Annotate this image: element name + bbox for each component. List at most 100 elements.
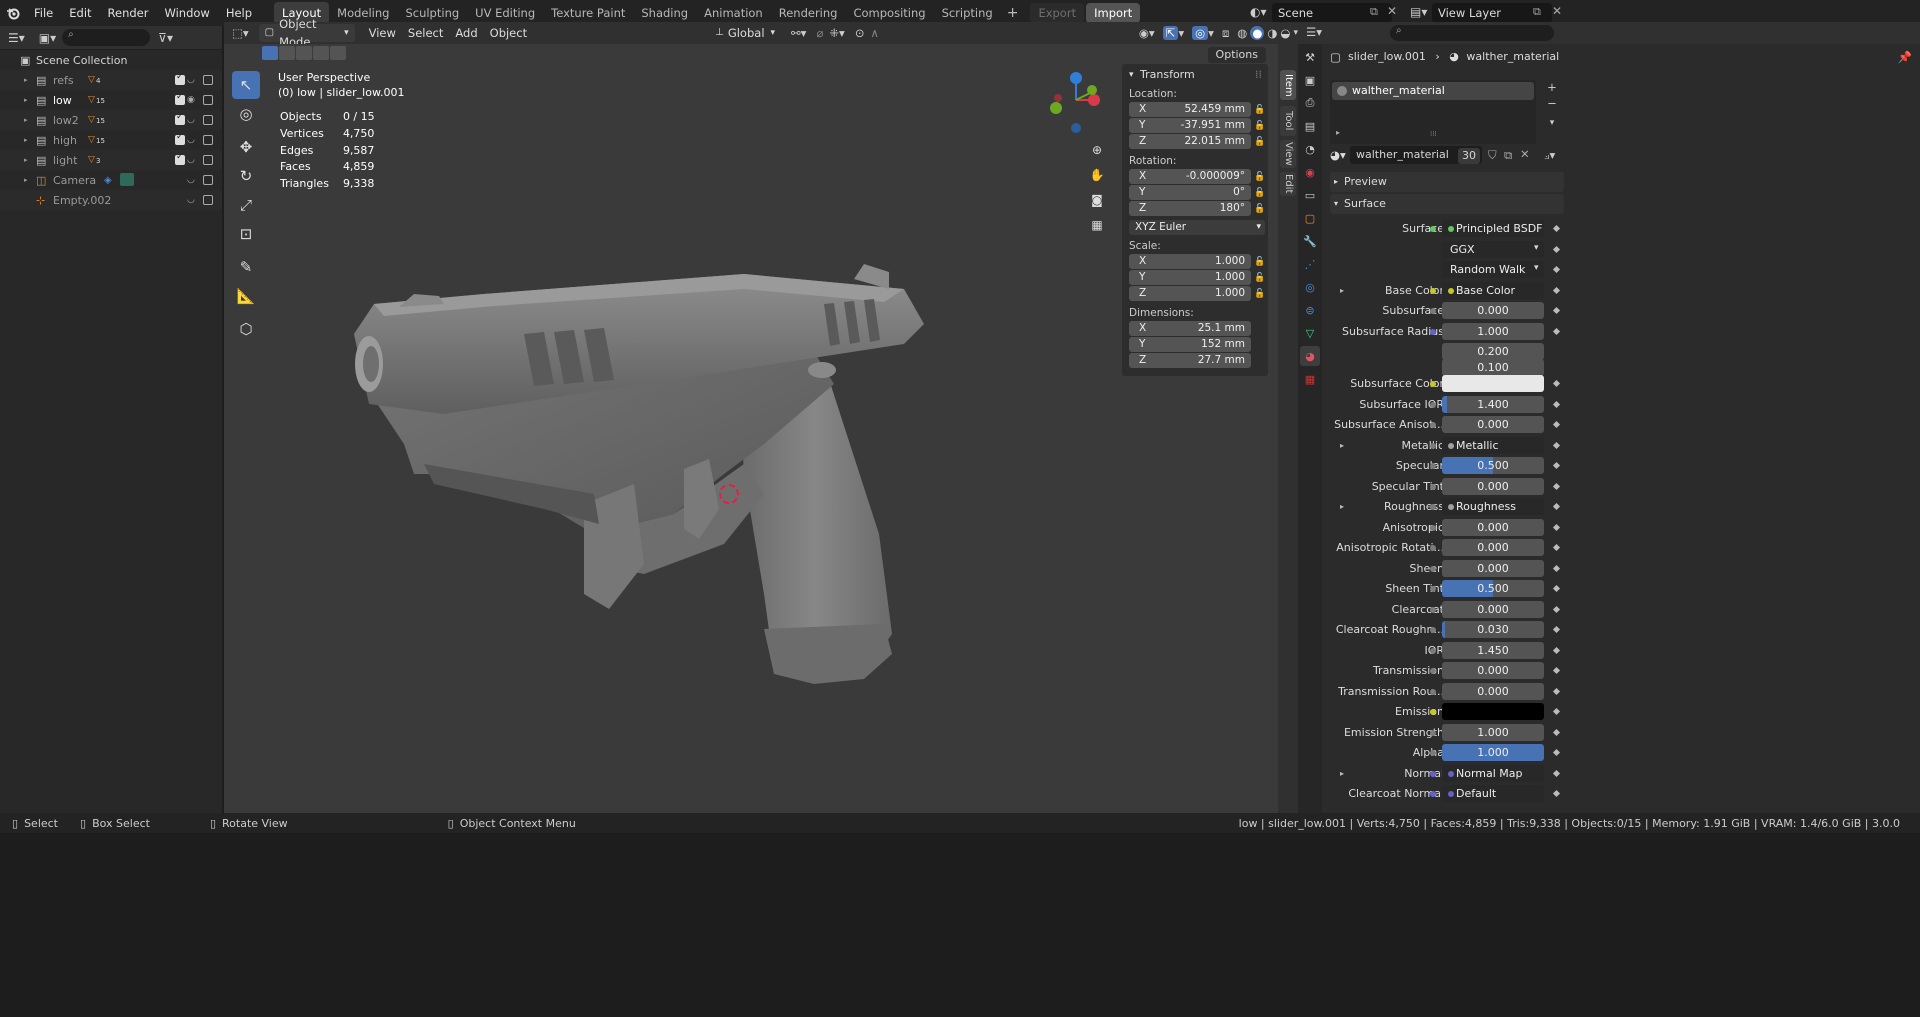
- exclude-checkbox[interactable]: [175, 152, 185, 165]
- shading-solid-icon[interactable]: ●: [1250, 26, 1265, 40]
- physics-tab-icon[interactable]: ◎: [1300, 277, 1320, 297]
- eye-icon[interactable]: ◉: [187, 95, 197, 105]
- snap-target-icon[interactable]: ⁜▾: [829, 26, 844, 40]
- socket-icon[interactable]: [1430, 770, 1436, 777]
- slot-specials-button[interactable]: ▾: [1544, 118, 1560, 132]
- world-tab-icon[interactable]: ◉: [1300, 162, 1320, 182]
- view-layer-icon[interactable]: ▤▾: [1410, 5, 1427, 19]
- socket-icon[interactable]: [1430, 328, 1436, 335]
- prop-value-field[interactable]: [1442, 703, 1544, 720]
- render-camera-icon[interactable]: [203, 115, 213, 125]
- keyframe-icon[interactable]: [1552, 482, 1561, 490]
- scale-x-field[interactable]: X 1.000 🔓: [1129, 254, 1265, 269]
- prop-value-field[interactable]: 1.000: [1442, 723, 1544, 741]
- lock-icon[interactable]: 🔓: [1254, 170, 1265, 182]
- camera-view-icon[interactable]: ◙: [1086, 189, 1108, 211]
- socket-icon[interactable]: [1430, 483, 1436, 490]
- hide-icon[interactable]: ◡: [187, 155, 197, 165]
- display-mode-icon[interactable]: ▣▾: [39, 31, 56, 45]
- rotation-x-field[interactable]: X -0.000009° 🔓: [1129, 169, 1265, 184]
- new-scene-icon[interactable]: ⧉: [1370, 5, 1378, 19]
- socket-icon[interactable]: [1430, 463, 1436, 469]
- expand-arrow-icon[interactable]: ▸: [24, 176, 28, 184]
- lock-icon[interactable]: 🔓: [1254, 287, 1265, 299]
- measure-tool-icon[interactable]: 📐: [232, 282, 260, 310]
- prop-value-field[interactable]: 0.500: [1442, 580, 1544, 597]
- exclude-checkbox[interactable]: [175, 92, 185, 105]
- keyframe-icon[interactable]: [1552, 789, 1561, 798]
- surface-section[interactable]: ▾ Surface: [1330, 194, 1564, 214]
- editor-type-icon[interactable]: ☰▾: [8, 31, 25, 45]
- material-tab-icon[interactable]: ◕: [1300, 346, 1320, 366]
- shading-wireframe-icon[interactable]: ◍: [1237, 26, 1247, 40]
- scene-collection-row[interactable]: ▣ Scene Collection: [0, 50, 222, 70]
- view-layer-tab-icon[interactable]: ▤: [1300, 116, 1320, 136]
- sidebar-tab-item[interactable]: Item: [1280, 70, 1296, 100]
- socket-icon[interactable]: [1430, 381, 1436, 387]
- keyframe-icon[interactable]: [1552, 666, 1561, 675]
- orientation-dropdown[interactable]: ⊥ Global ▾: [709, 24, 781, 42]
- workspace-tab-animation[interactable]: Animation: [696, 2, 771, 24]
- add-cube-tool-icon[interactable]: ⬡: [232, 315, 260, 343]
- keyframe-icon[interactable]: [1552, 769, 1561, 777]
- expand-arrow-icon[interactable]: ▸: [1340, 769, 1344, 778]
- keyframe-icon[interactable]: [1552, 502, 1561, 511]
- properties-search-input[interactable]: ⌕: [1390, 25, 1554, 41]
- outliner-item-high[interactable]: ▸ ▤ high ▽15 ◡: [0, 130, 222, 150]
- keyframe-icon[interactable]: [1552, 523, 1561, 531]
- cursor-tool-icon[interactable]: ◎: [232, 100, 260, 128]
- sidebar-tab-edit[interactable]: Edit: [1280, 172, 1296, 196]
- dimensions-z-field[interactable]: Z 27.7 mm: [1129, 353, 1251, 368]
- select-subtract-icon[interactable]: [296, 46, 312, 60]
- unlink-material-icon[interactable]: ✕: [1520, 147, 1530, 161]
- viewport-menu-add[interactable]: Add: [449, 24, 483, 42]
- hide-icon[interactable]: ◡: [187, 195, 197, 205]
- material-slot[interactable]: walther_material: [1332, 82, 1534, 100]
- socket-icon[interactable]: [1430, 709, 1436, 715]
- expand-arrow-icon[interactable]: ▸: [24, 116, 28, 124]
- prop-value-field[interactable]: 0.000: [1442, 477, 1544, 495]
- scene-selector-icon[interactable]: ◐▾: [1250, 5, 1267, 19]
- sidebar-tab-tool[interactable]: Tool: [1280, 106, 1296, 136]
- keyframe-icon[interactable]: [1552, 379, 1561, 388]
- navigation-gizmo[interactable]: [1050, 70, 1110, 134]
- expand-arrow-icon[interactable]: ▸: [1340, 502, 1344, 511]
- scale-z-field[interactable]: Z 1.000 🔓: [1129, 286, 1265, 301]
- dimensions-x-field[interactable]: X 25.1 mm: [1129, 321, 1251, 336]
- viewport-menu-view[interactable]: View: [363, 24, 402, 42]
- keyframe-icon[interactable]: [1552, 441, 1561, 449]
- hide-icon[interactable]: ◡: [187, 115, 197, 125]
- pivot-icon[interactable]: ⚯▾: [791, 26, 806, 40]
- delete-view-layer-icon[interactable]: ✕: [1552, 4, 1562, 18]
- move-tool-icon[interactable]: ✥: [232, 133, 260, 161]
- add-slot-button[interactable]: +: [1544, 80, 1560, 94]
- annotate-tool-icon[interactable]: ✎: [232, 253, 260, 281]
- lock-icon[interactable]: 🔓: [1254, 135, 1265, 147]
- prop-value-field[interactable]: 1.450: [1442, 641, 1544, 659]
- hide-icon[interactable]: ◡: [187, 75, 197, 85]
- prop-value-field[interactable]: 0.000: [1442, 416, 1544, 433]
- material-slot-list[interactable]: walther_material ▸ ⁞⁞⁞: [1330, 80, 1536, 144]
- remove-slot-button[interactable]: −: [1544, 96, 1560, 110]
- outliner-item-refs[interactable]: ▸ ▤ refs ▽4 ◡: [0, 70, 222, 90]
- exclude-checkbox[interactable]: [175, 112, 185, 125]
- add-workspace-button[interactable]: +: [1001, 5, 1025, 21]
- prop-value-field[interactable]: Normal Map: [1442, 764, 1544, 782]
- prop-value-field[interactable]: 1.400: [1442, 395, 1544, 413]
- socket-icon[interactable]: [1430, 308, 1436, 314]
- prop-value-field[interactable]: Metallic: [1442, 436, 1544, 454]
- rotation-mode-dropdown[interactable]: XYZ Euler ▾: [1129, 220, 1265, 235]
- resize-handle-icon[interactable]: ⁞⁞⁞: [1430, 130, 1437, 138]
- expand-arrow-icon[interactable]: ▸: [1340, 441, 1344, 450]
- transform-tool-icon[interactable]: ⊡: [232, 220, 260, 248]
- exclude-checkbox[interactable]: [175, 72, 185, 85]
- render-camera-icon[interactable]: [203, 175, 213, 185]
- workspace-tab-rendering[interactable]: Rendering: [771, 2, 846, 24]
- socket-icon[interactable]: [1430, 750, 1436, 756]
- blender-logo-icon[interactable]: [0, 0, 26, 26]
- scale-y-field[interactable]: Y 1.000 🔓: [1129, 270, 1265, 285]
- prop-value-field[interactable]: 0.000: [1442, 302, 1544, 319]
- socket-icon[interactable]: [1430, 504, 1436, 510]
- node-link-icon[interactable]: ⟓▾: [1544, 148, 1555, 163]
- select-mode-buttons[interactable]: [262, 46, 346, 60]
